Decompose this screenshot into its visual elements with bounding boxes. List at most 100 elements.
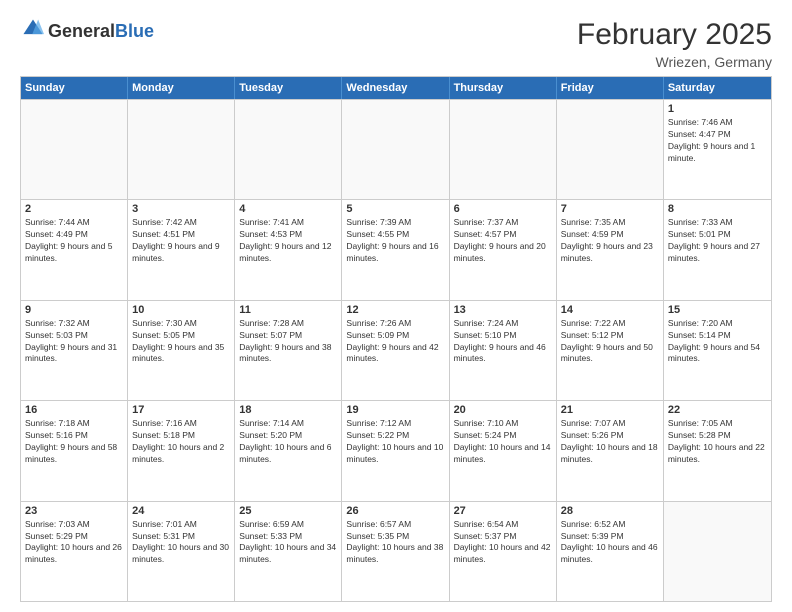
day-number: 14: [561, 304, 659, 316]
calendar-cell: 25 Sunrise: 6:59 AM Sunset: 5:33 PM Dayli…: [235, 502, 342, 601]
calendar-cell: 3 Sunrise: 7:42 AM Sunset: 4:51 PM Daylig…: [128, 200, 235, 299]
calendar-cell: 20Sunrise: 7:10 AM Sunset: 5:24 PM Dayli…: [450, 401, 557, 500]
location: Wriezen, Germany: [577, 54, 772, 70]
day-number: 7: [561, 203, 659, 215]
day-info: Sunrise: 7:22 AM Sunset: 5:12 PM Dayligh…: [561, 318, 659, 366]
calendar: SundayMondayTuesdayWednesdayThursdayFrid…: [20, 76, 772, 602]
day-number: 11: [239, 304, 337, 316]
calendar-cell: 24Sunrise: 7:01 AM Sunset: 5:31 PM Dayli…: [128, 502, 235, 601]
day-info: Sunrise: 7:44 AM Sunset: 4:49 PM Dayligh…: [25, 217, 123, 265]
calendar-cell: 1 Sunrise: 7:46 AM Sunset: 4:47 PM Daylig…: [664, 100, 771, 199]
day-number: 19: [346, 404, 444, 416]
day-number: 17: [132, 404, 230, 416]
calendar-cell: 5 Sunrise: 7:39 AM Sunset: 4:55 PM Daylig…: [342, 200, 449, 299]
title-block: February 2025 Wriezen, Germany: [577, 18, 772, 70]
calendar-cell: 21 Sunrise: 7:07 AM Sunset: 5:26 PM Dayli…: [557, 401, 664, 500]
day-number: 22: [668, 404, 767, 416]
calendar-cell: [128, 100, 235, 199]
day-info: Sunrise: 7:18 AM Sunset: 5:16 PM Dayligh…: [25, 418, 123, 466]
day-info: Sunrise: 7:24 AM Sunset: 5:10 PM Dayligh…: [454, 318, 552, 366]
calendar-cell: 19 Sunrise: 7:12 AM Sunset: 5:22 PM Dayli…: [342, 401, 449, 500]
calendar-cell: 18Sunrise: 7:14 AM Sunset: 5:20 PM Dayli…: [235, 401, 342, 500]
day-number: 27: [454, 505, 552, 517]
calendar-cell: 28 Sunrise: 6:52 AM Sunset: 5:39 PM Dayli…: [557, 502, 664, 601]
calendar-body: 1 Sunrise: 7:46 AM Sunset: 4:47 PM Daylig…: [21, 99, 771, 601]
logo-blue-text: Blue: [115, 21, 154, 42]
day-info: Sunrise: 7:35 AM Sunset: 4:59 PM Dayligh…: [561, 217, 659, 265]
day-number: 10: [132, 304, 230, 316]
calendar-cell: [664, 502, 771, 601]
weekday-header: Wednesday: [342, 77, 449, 99]
day-info: Sunrise: 7:39 AM Sunset: 4:55 PM Dayligh…: [346, 217, 444, 265]
day-number: 8: [668, 203, 767, 215]
day-number: 12: [346, 304, 444, 316]
day-number: 2: [25, 203, 123, 215]
day-number: 23: [25, 505, 123, 517]
calendar-cell: [557, 100, 664, 199]
month-title: February 2025: [577, 18, 772, 52]
calendar-cell: 27Sunrise: 6:54 AM Sunset: 5:37 PM Dayli…: [450, 502, 557, 601]
calendar-cell: 22 Sunrise: 7:05 AM Sunset: 5:28 PM Dayli…: [664, 401, 771, 500]
day-info: Sunrise: 7:30 AM Sunset: 5:05 PM Dayligh…: [132, 318, 230, 366]
day-info: Sunrise: 7:03 AM Sunset: 5:29 PM Dayligh…: [25, 519, 123, 567]
day-number: 26: [346, 505, 444, 517]
day-info: Sunrise: 7:12 AM Sunset: 5:22 PM Dayligh…: [346, 418, 444, 466]
calendar-cell: 7 Sunrise: 7:35 AM Sunset: 4:59 PM Daylig…: [557, 200, 664, 299]
weekday-header: Thursday: [450, 77, 557, 99]
calendar-cell: 13Sunrise: 7:24 AM Sunset: 5:10 PM Dayli…: [450, 301, 557, 400]
day-info: Sunrise: 6:59 AM Sunset: 5:33 PM Dayligh…: [239, 519, 337, 567]
calendar-cell: 14 Sunrise: 7:22 AM Sunset: 5:12 PM Dayli…: [557, 301, 664, 400]
calendar-cell: [450, 100, 557, 199]
weekday-header: Friday: [557, 77, 664, 99]
calendar-row: 16 Sunrise: 7:18 AM Sunset: 5:16 PM Dayli…: [21, 400, 771, 500]
day-info: Sunrise: 7:46 AM Sunset: 4:47 PM Dayligh…: [668, 117, 767, 165]
day-number: 15: [668, 304, 767, 316]
day-number: 16: [25, 404, 123, 416]
calendar-cell: 23 Sunrise: 7:03 AM Sunset: 5:29 PM Dayli…: [21, 502, 128, 601]
calendar-cell: [342, 100, 449, 199]
weekday-header: Tuesday: [235, 77, 342, 99]
day-number: 25: [239, 505, 337, 517]
day-info: Sunrise: 7:28 AM Sunset: 5:07 PM Dayligh…: [239, 318, 337, 366]
calendar-cell: [235, 100, 342, 199]
day-info: Sunrise: 6:57 AM Sunset: 5:35 PM Dayligh…: [346, 519, 444, 567]
day-info: Sunrise: 7:16 AM Sunset: 5:18 PM Dayligh…: [132, 418, 230, 466]
calendar-row: 9 Sunrise: 7:32 AM Sunset: 5:03 PM Daylig…: [21, 300, 771, 400]
day-number: 5: [346, 203, 444, 215]
day-info: Sunrise: 6:52 AM Sunset: 5:39 PM Dayligh…: [561, 519, 659, 567]
day-number: 9: [25, 304, 123, 316]
calendar-row: 1 Sunrise: 7:46 AM Sunset: 4:47 PM Daylig…: [21, 99, 771, 199]
day-info: Sunrise: 7:37 AM Sunset: 4:57 PM Dayligh…: [454, 217, 552, 265]
day-number: 24: [132, 505, 230, 517]
calendar-page: General Blue February 2025 Wriezen, Germ…: [0, 0, 792, 612]
day-info: Sunrise: 7:05 AM Sunset: 5:28 PM Dayligh…: [668, 418, 767, 466]
day-number: 28: [561, 505, 659, 517]
calendar-cell: 4Sunrise: 7:41 AM Sunset: 4:53 PM Daylig…: [235, 200, 342, 299]
day-info: Sunrise: 7:26 AM Sunset: 5:09 PM Dayligh…: [346, 318, 444, 366]
calendar-cell: 9 Sunrise: 7:32 AM Sunset: 5:03 PM Daylig…: [21, 301, 128, 400]
weekday-header: Monday: [128, 77, 235, 99]
calendar-cell: 26 Sunrise: 6:57 AM Sunset: 5:35 PM Dayli…: [342, 502, 449, 601]
weekday-header: Sunday: [21, 77, 128, 99]
calendar-row: 23 Sunrise: 7:03 AM Sunset: 5:29 PM Dayli…: [21, 501, 771, 601]
logo: General Blue: [20, 18, 154, 45]
calendar-cell: 8 Sunrise: 7:33 AM Sunset: 5:01 PM Daylig…: [664, 200, 771, 299]
day-number: 1: [668, 103, 767, 115]
calendar-cell: [21, 100, 128, 199]
day-number: 21: [561, 404, 659, 416]
calendar-cell: 11 Sunrise: 7:28 AM Sunset: 5:07 PM Dayli…: [235, 301, 342, 400]
day-number: 6: [454, 203, 552, 215]
logo-icon: [22, 18, 44, 40]
day-number: 3: [132, 203, 230, 215]
page-header: General Blue February 2025 Wriezen, Germ…: [20, 18, 772, 70]
day-info: Sunrise: 7:07 AM Sunset: 5:26 PM Dayligh…: [561, 418, 659, 466]
calendar-cell: 17 Sunrise: 7:16 AM Sunset: 5:18 PM Dayli…: [128, 401, 235, 500]
day-info: Sunrise: 7:41 AM Sunset: 4:53 PM Dayligh…: [239, 217, 337, 265]
day-info: Sunrise: 7:14 AM Sunset: 5:20 PM Dayligh…: [239, 418, 337, 466]
calendar-cell: 6 Sunrise: 7:37 AM Sunset: 4:57 PM Daylig…: [450, 200, 557, 299]
day-info: Sunrise: 7:33 AM Sunset: 5:01 PM Dayligh…: [668, 217, 767, 265]
day-info: Sunrise: 7:42 AM Sunset: 4:51 PM Dayligh…: [132, 217, 230, 265]
day-info: Sunrise: 7:32 AM Sunset: 5:03 PM Dayligh…: [25, 318, 123, 366]
calendar-cell: 2 Sunrise: 7:44 AM Sunset: 4:49 PM Daylig…: [21, 200, 128, 299]
calendar-header: SundayMondayTuesdayWednesdayThursdayFrid…: [21, 77, 771, 99]
